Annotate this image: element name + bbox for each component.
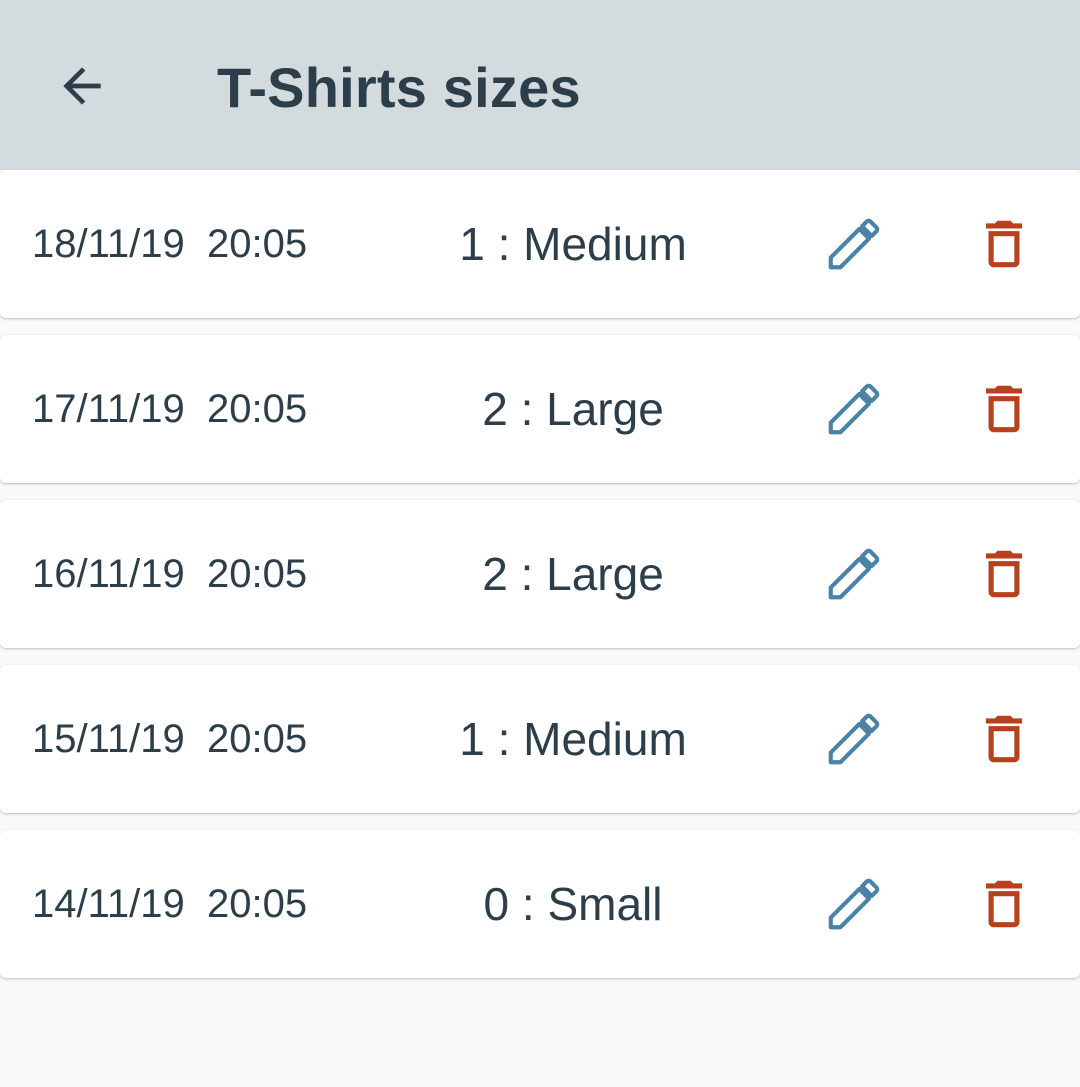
- entry-date: 14/11/19 20:05: [32, 882, 308, 926]
- trash-icon: [985, 220, 1023, 268]
- pencil-icon: [828, 383, 880, 435]
- app-bar: T-Shirts sizes: [0, 0, 1080, 170]
- edit-button[interactable]: [818, 373, 890, 445]
- pencil-icon: [828, 218, 880, 270]
- edit-button[interactable]: [818, 208, 890, 280]
- entry-date: 18/11/19 20:05: [32, 222, 308, 266]
- delete-button[interactable]: [968, 538, 1040, 610]
- pencil-icon: [828, 713, 880, 765]
- entry-date: 16/11/19 20:05: [32, 552, 308, 596]
- delete-button[interactable]: [968, 208, 1040, 280]
- edit-button[interactable]: [818, 538, 890, 610]
- pencil-icon: [828, 548, 880, 600]
- entry-size: 0 : Small: [483, 878, 663, 930]
- entry-date: 17/11/19 20:05: [32, 387, 308, 431]
- edit-button[interactable]: [818, 868, 890, 940]
- list-item: 14/11/19 20:05 0 : Small: [0, 830, 1080, 978]
- trash-icon: [985, 550, 1023, 598]
- entry-size: 1 : Medium: [459, 713, 687, 765]
- entry-size: 2 : Large: [482, 383, 664, 435]
- delete-button[interactable]: [968, 868, 1040, 940]
- delete-button[interactable]: [968, 373, 1040, 445]
- arrow-back-icon: [63, 67, 101, 105]
- list-item: 18/11/19 20:05 1 : Medium: [0, 170, 1080, 318]
- trash-icon: [985, 715, 1023, 763]
- entry-date: 15/11/19 20:05: [32, 717, 308, 761]
- delete-button[interactable]: [968, 703, 1040, 775]
- entry-size: 1 : Medium: [459, 218, 687, 270]
- trash-icon: [985, 880, 1023, 928]
- pencil-icon: [828, 878, 880, 930]
- trash-icon: [985, 385, 1023, 433]
- list-item: 15/11/19 20:05 1 : Medium: [0, 665, 1080, 813]
- list-item: 17/11/19 20:05 2 : Large: [0, 335, 1080, 483]
- back-button[interactable]: [40, 44, 124, 128]
- page-title: T-Shirts sizes: [217, 56, 581, 119]
- edit-button[interactable]: [818, 703, 890, 775]
- list-item: 16/11/19 20:05 2 : Large: [0, 500, 1080, 648]
- entry-size: 2 : Large: [482, 548, 664, 600]
